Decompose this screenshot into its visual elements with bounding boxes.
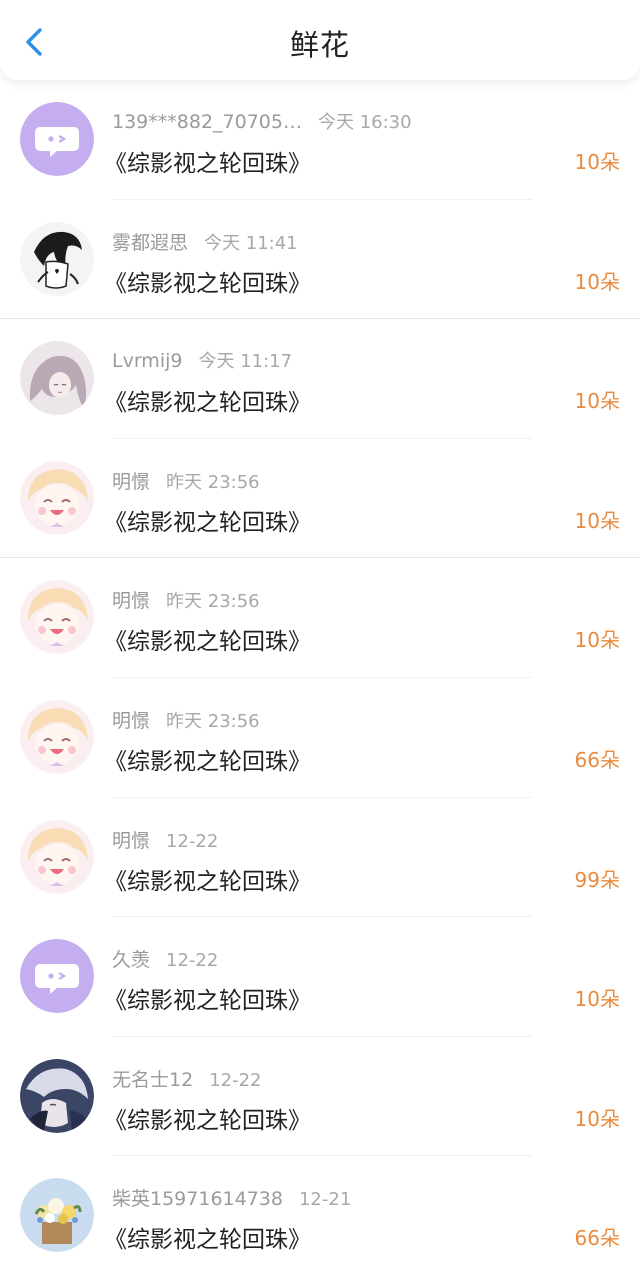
flower-count: 10朵	[574, 628, 620, 653]
monochrome-girl-avatar-icon[interactable]	[20, 221, 94, 296]
page-title: 鲜花	[289, 28, 350, 62]
anime-girl-avatar-icon[interactable]	[20, 341, 94, 416]
user-name: 明憬	[112, 590, 151, 613]
book-title: 《综影视之轮回珠》	[104, 151, 311, 177]
book-title: 《综影视之轮回珠》	[104, 868, 311, 895]
list-item[interactable]: 雾都遐思 今天 11:41 《综影视之轮回珠》 10朵	[0, 200, 640, 320]
flower-count: 10朵	[574, 269, 620, 294]
dark-anime-avatar-icon[interactable]	[20, 1058, 94, 1133]
flower-gift-list: 139***882_70705… 今天 16:30 《综影视之轮回珠》 10朵 雾…	[0, 80, 640, 1276]
book-title: 《综影视之轮回珠》	[104, 748, 311, 775]
flower-count: 10朵	[574, 987, 620, 1012]
flower-count: 10朵	[574, 150, 620, 174]
book-title: 《综影视之轮回珠》	[104, 988, 311, 1015]
list-item[interactable]: 柴英15971614738 12-21 《综影视之轮回珠》 66朵	[0, 1156, 640, 1276]
flower-count: 10朵	[574, 508, 620, 533]
timestamp: 今天 11:17	[198, 351, 293, 373]
laughing-anime-avatar-icon[interactable]	[20, 580, 94, 655]
timestamp: 12-22	[166, 830, 219, 852]
list-item[interactable]: 无名士12 12-22 《综影视之轮回珠》 10朵	[0, 1037, 640, 1157]
user-name: 无名士12	[112, 1068, 194, 1091]
book-title: 《综影视之轮回珠》	[104, 1107, 311, 1134]
timestamp: 12-22	[166, 950, 219, 972]
flower-count: 10朵	[574, 389, 620, 414]
list-item[interactable]: Lvrmij9 今天 11:17 《综影视之轮回珠》 10朵	[0, 319, 640, 439]
flower-bouquet-avatar-icon[interactable]	[20, 1178, 94, 1253]
laughing-anime-avatar-icon[interactable]	[20, 819, 94, 894]
laughing-anime-avatar-icon[interactable]	[20, 699, 94, 774]
user-name: 柴英15971614738	[112, 1188, 283, 1211]
list-item[interactable]: 明憬 昨天 23:56 《综影视之轮回珠》 10朵	[0, 439, 640, 559]
timestamp: 12-21	[298, 1189, 352, 1211]
book-title: 《综影视之轮回珠》	[104, 390, 311, 417]
timestamp: 12-22	[209, 1069, 262, 1091]
flower-count: 99朵	[574, 867, 620, 892]
book-title: 《综影视之轮回珠》	[104, 629, 311, 656]
book-title: 《综影视之轮回珠》	[104, 270, 311, 297]
list-item[interactable]: 明憬 12-22 《综影视之轮回珠》 99朵	[0, 798, 640, 918]
list-item[interactable]: 明憬 昨天 23:56 《综影视之轮回珠》 66朵	[0, 678, 640, 798]
user-name: 明憬	[112, 829, 151, 852]
default-chat-avatar-icon[interactable]	[20, 939, 94, 1014]
user-name: 雾都遐思	[112, 231, 189, 254]
user-name: 明憬	[112, 470, 151, 493]
timestamp: 昨天 23:56	[166, 591, 260, 613]
timestamp: 今天 16:30	[317, 112, 412, 133]
user-name: 明憬	[112, 709, 151, 732]
list-item[interactable]: 久羡 12-22 《综影视之轮回珠》 10朵	[0, 917, 640, 1037]
timestamp: 昨天 23:56	[166, 710, 260, 732]
book-title: 《综影视之轮回珠》	[104, 1227, 311, 1254]
timestamp: 昨天 23:56	[166, 471, 260, 493]
list-item[interactable]: 139***882_70705… 今天 16:30 《综影视之轮回珠》 10朵	[0, 80, 640, 200]
timestamp: 今天 11:41	[204, 232, 298, 254]
flower-count: 10朵	[574, 1106, 620, 1131]
default-chat-avatar-icon[interactable]	[20, 102, 94, 176]
user-name: 久羡	[112, 949, 151, 972]
user-name: Lvrmij9	[112, 350, 183, 373]
flower-count: 66朵	[574, 747, 620, 772]
flower-count: 66朵	[574, 1226, 620, 1251]
user-name: 139***882_70705…	[112, 111, 302, 133]
laughing-anime-avatar-icon[interactable]	[20, 460, 94, 535]
top-bar: 鲜花	[0, 0, 640, 80]
list-item[interactable]: 明憬 昨天 23:56 《综影视之轮回珠》 10朵	[0, 558, 640, 678]
book-title: 《综影视之轮回珠》	[104, 509, 311, 536]
